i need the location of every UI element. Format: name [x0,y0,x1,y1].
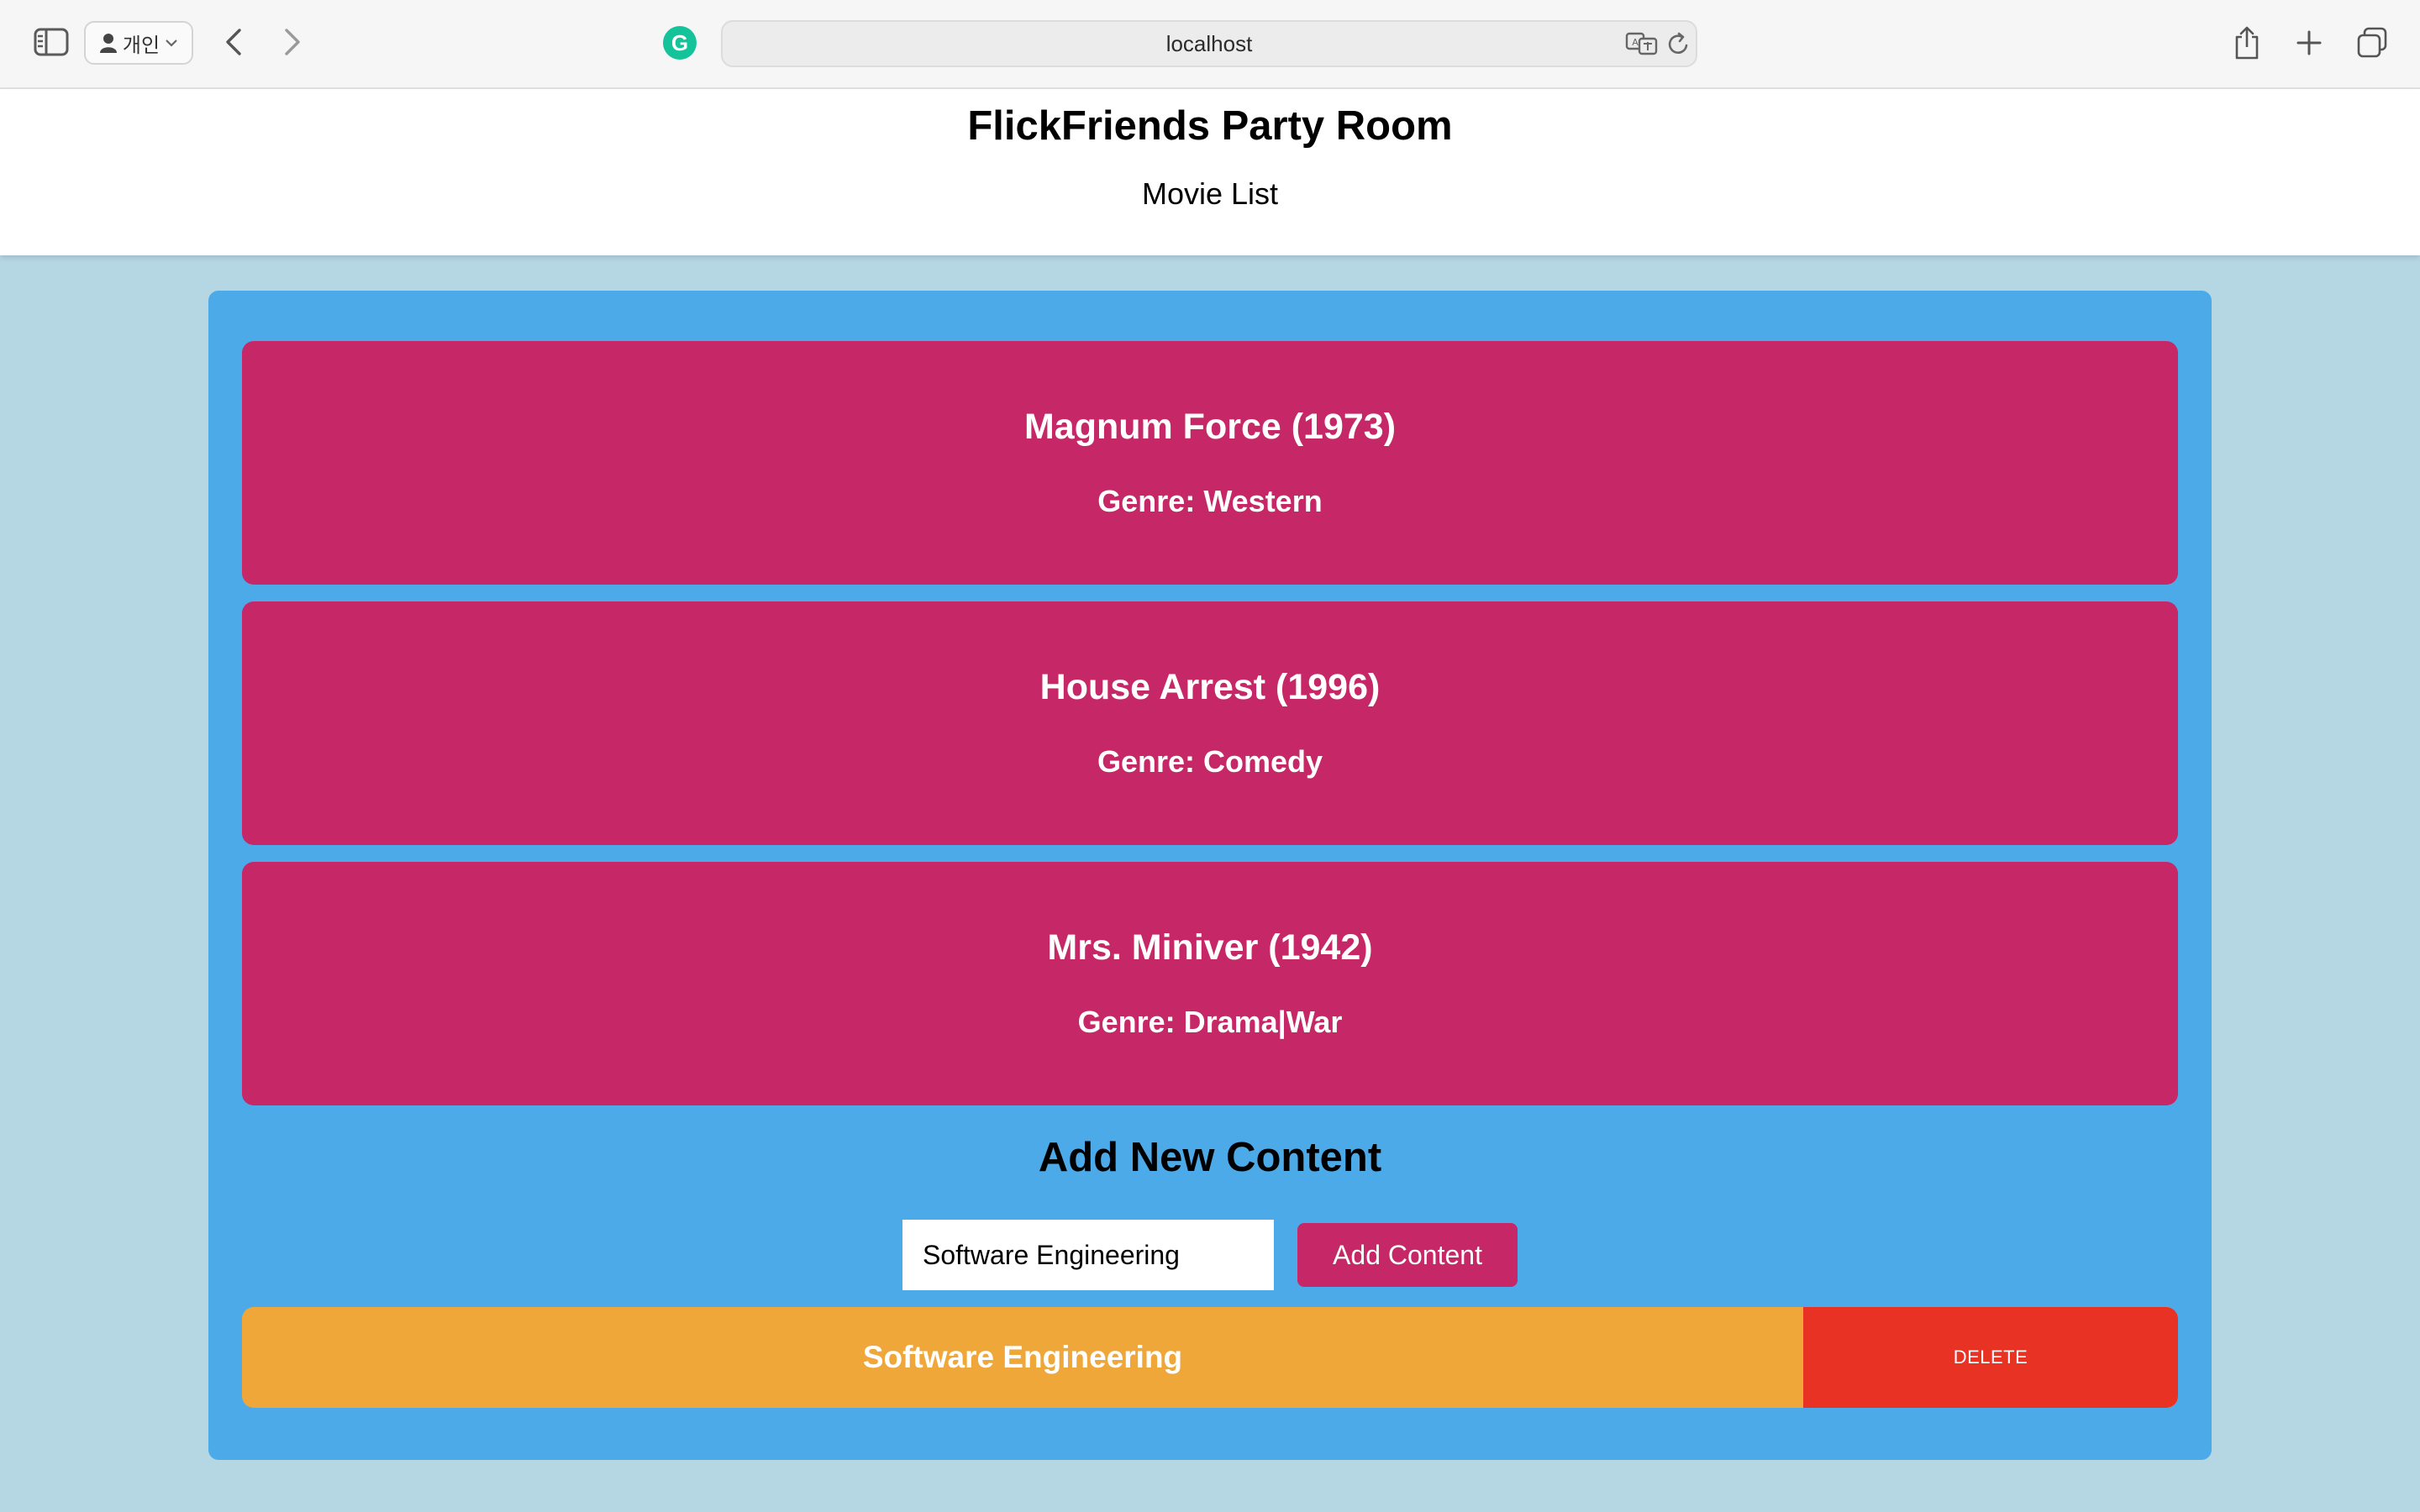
browser-toolbar: 개인 G localhost A [0,0,2420,89]
reload-icon[interactable] [1664,27,1694,60]
movie-card[interactable]: Mrs. Miniver (1942) Genre: Drama|War [242,862,2178,1105]
chevron-down-icon [166,39,177,47]
movie-panel: Magnum Force (1973) Genre: Western House… [208,291,2212,1460]
page-header: FlickFriends Party Room Movie List [0,89,2420,255]
address-bar[interactable]: localhost [721,20,1697,67]
content-item: Software Engineering DELETE [242,1307,2178,1408]
page-subtitle: Movie List [1141,176,1279,211]
add-content-heading: Add New Content [1038,1135,1382,1180]
movie-genre: Genre: Drama|War [1077,1005,1343,1039]
movie-card[interactable]: Magnum Force (1973) Genre: Western [242,341,2178,585]
svg-text:A: A [1632,37,1639,48]
delete-button[interactable]: DELETE [1803,1307,2178,1408]
movie-genre: Genre: Western [1097,484,1323,518]
sidebar-toggle-icon[interactable] [30,24,72,60]
page-title: FlickFriends Party Room [967,103,1453,149]
tab-overview-icon[interactable] [2353,24,2391,62]
person-icon [99,34,117,53]
content-input[interactable] [902,1220,1274,1290]
profile-label: 개인 [122,34,160,57]
add-content-button[interactable]: Add Content [1297,1223,1518,1287]
movie-title: Magnum Force (1973) [1023,407,1397,447]
movie-title: Mrs. Miniver (1942) [1047,927,1373,968]
back-icon[interactable] [217,24,250,60]
movie-card[interactable]: House Arrest (1996) Genre: Comedy [242,601,2178,845]
new-tab-icon[interactable] [2291,24,2328,62]
forward-icon[interactable] [276,24,309,60]
translate-icon[interactable]: A [1623,27,1660,60]
movie-title: House Arrest (1996) [1039,667,1381,707]
url-text: localhost [1165,30,1253,56]
profile-button[interactable]: 개인 [84,21,193,65]
share-icon[interactable] [2228,22,2265,64]
movie-genre: Genre: Comedy [1097,744,1323,779]
grammarly-letter: G [671,29,689,55]
grammarly-icon[interactable]: G [663,26,697,60]
content-item-label: Software Engineering [862,1340,1183,1374]
